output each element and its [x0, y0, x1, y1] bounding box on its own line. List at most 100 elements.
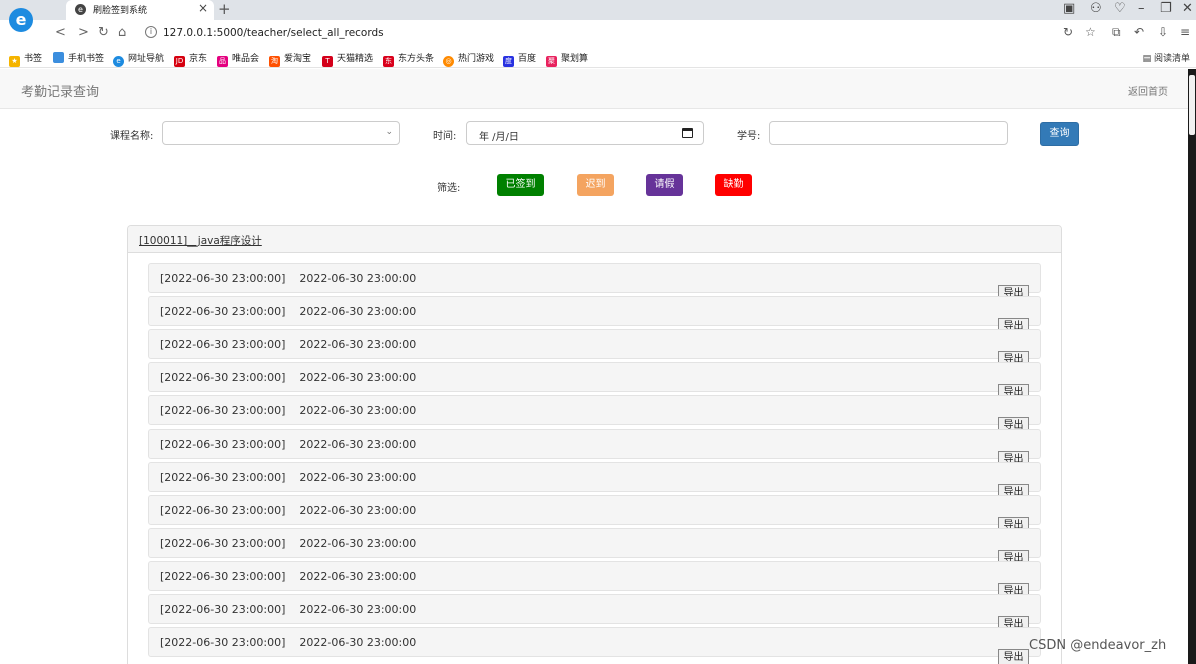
filter-signed-button[interactable]: 已签到	[497, 174, 544, 196]
record-row: [2022-06-30 23:00:00] 2022-06-30 23:00:0…	[148, 494, 1041, 525]
bookmark-item[interactable]: 东东方头条	[383, 51, 434, 67]
course-title-link[interactable]: [100011]__java程序设计	[139, 233, 262, 248]
bookmark-item[interactable]: ◎ 热门游戏	[443, 51, 494, 67]
record-end: 2022-06-30 23:00:00	[299, 503, 417, 517]
record-start: [2022-06-30 23:00:00]	[160, 338, 286, 352]
bookmark-item[interactable]: 淘爱淘宝	[269, 51, 311, 67]
home-icon[interactable]: ⌂	[118, 25, 126, 40]
page-brand[interactable]: 考勤记录查询	[21, 81, 99, 100]
record-start: [2022-06-30 23:00:00]	[160, 470, 286, 484]
minimize-icon[interactable]: –	[1138, 1, 1145, 16]
query-button[interactable]: 查询	[1040, 122, 1079, 146]
bookmark-item[interactable]: e 网址导航	[113, 51, 164, 67]
bookmark-item[interactable]: 品唯品会	[217, 51, 259, 67]
forward-icon[interactable]: >	[78, 25, 89, 40]
export-button[interactable]: 导出	[998, 649, 1029, 664]
bookmark-item[interactable]: 手机书签	[53, 51, 104, 64]
record-end: 2022-06-30 23:00:00	[299, 470, 417, 484]
record-time-range: [2022-06-30 23:00:00] 2022-06-30 23:00:0…	[160, 272, 416, 285]
record-row: [2022-06-30 23:00:00] 2022-06-30 23:00:0…	[148, 627, 1041, 658]
tmall-icon: T	[322, 56, 333, 67]
bookmark-item[interactable]: JD 京东	[174, 51, 207, 67]
juhuasuan-icon: 聚	[546, 56, 557, 67]
record-start: [2022-06-30 23:00:00]	[160, 305, 286, 319]
menu-icon[interactable]: ≡	[1180, 25, 1190, 39]
record-start: [2022-06-30 23:00:00]	[160, 603, 286, 616]
baidu-icon: 度	[503, 56, 514, 67]
top-navbar: 考勤记录查询 返回首页	[0, 69, 1188, 109]
record-time-range: [2022-06-30 23:00:00] 2022-06-30 23:00:0…	[160, 537, 416, 550]
game-icon: ◎	[443, 56, 454, 67]
reload-icon[interactable]: ↻	[1063, 25, 1073, 39]
download-icon[interactable]: ⇩	[1158, 25, 1168, 39]
favorite-star-icon[interactable]: ☆	[1085, 25, 1096, 39]
reading-list[interactable]: ▤ 阅读清单	[1143, 51, 1190, 64]
bookmark-item[interactable]: ★ 书签	[9, 51, 42, 67]
panel-heading: [100011]__java程序设计	[128, 226, 1061, 253]
restore-icon[interactable]: ❐	[1160, 1, 1172, 16]
back-home-link[interactable]: 返回首页	[1128, 83, 1168, 98]
sidebar-toggle-icon[interactable]: ▣	[1063, 1, 1075, 16]
filter-late-button[interactable]: 迟到	[577, 174, 614, 196]
record-row: [2022-06-30 23:00:00] 2022-06-30 23:00:0…	[148, 428, 1041, 459]
record-end: 2022-06-30 23:00:00	[299, 636, 417, 650]
back-icon[interactable]: <	[55, 25, 66, 40]
url-input[interactable]: 127.0.0.1:5000/teacher/select_all_record…	[163, 27, 384, 39]
extensions-icon[interactable]: ⧉	[1112, 25, 1121, 40]
record-row: [2022-06-30 23:00:00] 2022-06-30 23:00:0…	[148, 560, 1041, 591]
csdn-watermark: CSDN @endeavor_zh	[1029, 638, 1167, 653]
star-icon: ★	[9, 56, 20, 67]
record-time-range: [2022-06-30 23:00:00] 2022-06-30 23:00:0…	[160, 404, 416, 417]
record-time-range: [2022-06-30 23:00:00] 2022-06-30 23:00:0…	[160, 570, 416, 583]
record-row: [2022-06-30 23:00:00] 2022-06-30 23:00:0…	[148, 594, 1041, 624]
record-end: 2022-06-30 23:00:00	[299, 338, 417, 352]
time-label: 时间:	[433, 131, 457, 142]
record-end: 2022-06-30 23:00:00	[299, 371, 417, 385]
record-start: [2022-06-30 23:00:00]	[160, 503, 286, 517]
filter-label: 筛选:	[437, 183, 461, 194]
record-row: [2022-06-30 23:00:00] 2022-06-30 23:00:0…	[148, 395, 1041, 426]
tab-title: 刷脸签到系统	[93, 6, 148, 16]
date-placeholder: 年 /月/日	[479, 132, 519, 143]
record-start: [2022-06-30 23:00:00]	[160, 536, 286, 550]
site-info-icon[interactable]: i	[145, 26, 157, 38]
browser-tab[interactable]: e 刷脸签到系统 ×	[66, 0, 214, 20]
new-tab-icon[interactable]: +	[218, 0, 231, 18]
record-time-range: [2022-06-30 23:00:00] 2022-06-30 23:00:0…	[160, 371, 416, 384]
bookmark-item[interactable]: 度百度	[503, 51, 536, 67]
record-start: [2022-06-30 23:00:00]	[160, 636, 286, 650]
skin-icon[interactable]: ♡	[1114, 1, 1126, 16]
bookmark-item[interactable]: 聚聚划算	[546, 51, 588, 67]
bookmark-item[interactable]: T 天猫精选	[322, 51, 373, 67]
course-select[interactable]: ⌄	[162, 121, 400, 145]
record-start: [2022-06-30 23:00:00]	[160, 272, 286, 285]
jd-icon: JD	[174, 56, 185, 67]
record-row: [2022-06-30 23:00:00] 2022-06-30 23:00:0…	[148, 527, 1041, 558]
record-time-range: [2022-06-30 23:00:00] 2022-06-30 23:00:0…	[160, 603, 416, 616]
browser-logo-icon[interactable]: e	[9, 8, 33, 32]
page-content: 考勤记录查询 返回首页 课程名称: ⌄ 时间: 年 /月/日 学号: 查询 筛选…	[0, 69, 1188, 664]
browser-icon: e	[113, 56, 124, 67]
record-start: [2022-06-30 23:00:00]	[160, 569, 286, 583]
filter-absent-button[interactable]: 缺勤	[715, 174, 752, 196]
page-scrollbar[interactable]	[1188, 69, 1196, 664]
user-icon[interactable]: ⚇	[1090, 1, 1102, 16]
record-time-range: [2022-06-30 23:00:00] 2022-06-30 23:00:0…	[160, 438, 416, 451]
browser-tab-bar: e 刷脸签到系统 × + ▣ ⚇ ♡ – ❐ ✕	[0, 0, 1196, 20]
course-name-label: 课程名称:	[110, 131, 154, 142]
close-tab-icon[interactable]: ×	[198, 1, 208, 15]
refresh-icon[interactable]: ↻	[98, 25, 109, 40]
record-end: 2022-06-30 23:00:00	[299, 603, 417, 616]
date-input[interactable]: 年 /月/日	[466, 121, 704, 145]
scrollbar-thumb[interactable]	[1189, 75, 1195, 135]
student-id-input[interactable]	[769, 121, 1008, 145]
record-row: [2022-06-30 23:00:00] 2022-06-30 23:00:0…	[148, 263, 1041, 293]
record-row: [2022-06-30 23:00:00] 2022-06-30 23:00:0…	[148, 296, 1041, 327]
undo-icon[interactable]: ↶	[1134, 25, 1144, 39]
close-window-icon[interactable]: ✕	[1182, 1, 1193, 16]
filter-leave-button[interactable]: 请假	[646, 174, 683, 196]
record-start: [2022-06-30 23:00:00]	[160, 404, 286, 418]
calendar-icon[interactable]	[682, 128, 693, 138]
record-end: 2022-06-30 23:00:00	[299, 305, 417, 319]
record-end: 2022-06-30 23:00:00	[299, 272, 417, 285]
